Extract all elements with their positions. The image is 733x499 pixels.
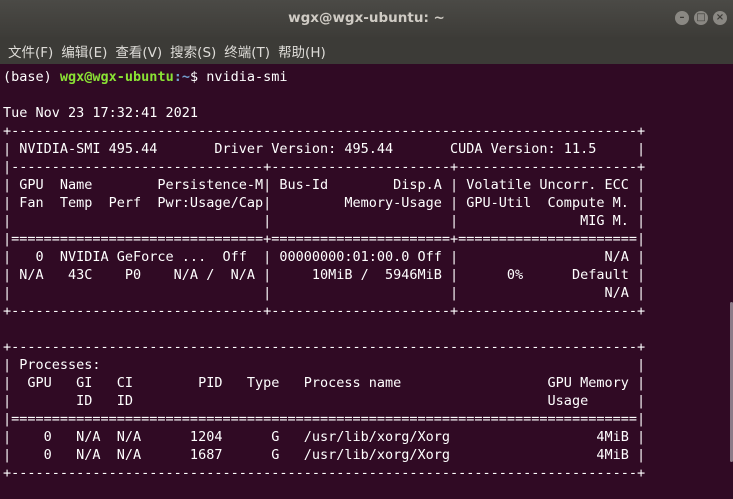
window-controls: – □ × xyxy=(675,11,727,25)
output-line: | Fan Temp Perf Pwr:Usage/Cap| Memory-Us… xyxy=(3,195,646,211)
close-icon[interactable]: × xyxy=(713,11,727,25)
menu-search[interactable]: 搜索(S) xyxy=(162,41,216,61)
output-line: | 0 N/A N/A 1204 G /usr/lib/xorg/Xorg 4M… xyxy=(3,429,646,445)
output-line: | 0 N/A N/A 1687 G /usr/lib/xorg/Xorg 4M… xyxy=(3,447,646,463)
menu-edit[interactable]: 编辑(E) xyxy=(53,41,107,61)
output-line: | | | MIG M. | xyxy=(3,213,646,229)
window-title: wgx@wgx-ubuntu: ~ xyxy=(288,10,445,26)
output-line: | GPU GI CI PID Type Process name GPU Me… xyxy=(3,375,646,391)
output-line: |-------------------------------+-------… xyxy=(3,159,646,175)
output-line: |=======================================… xyxy=(3,411,646,427)
output-line: | NVIDIA-SMI 495.44 Driver Version: 495.… xyxy=(3,141,646,157)
conda-env: (base) xyxy=(3,69,60,85)
terminal-area[interactable]: (base) wgx@wgx-ubuntu:~$ nvidia-smi Tue … xyxy=(0,64,733,499)
maximize-icon[interactable]: □ xyxy=(694,11,708,25)
title-bar[interactable]: wgx@wgx-ubuntu: ~ – □ × xyxy=(0,0,733,37)
output-line: +---------------------------------------… xyxy=(3,123,646,139)
output-line: | ID ID Usage | xyxy=(3,393,646,409)
output-line: | 0 NVIDIA GeForce ... Off | 00000000:01… xyxy=(3,249,646,265)
output-line: +---------------------------------------… xyxy=(3,465,646,481)
terminal-window: wgx@wgx-ubuntu: ~ – □ × 文件(F) 编辑(E) 查看(V… xyxy=(0,0,733,499)
menu-bar: 文件(F) 编辑(E) 查看(V) 搜索(S) 终端(T) 帮助(H) xyxy=(0,37,733,64)
terminal-output: (base) wgx@wgx-ubuntu:~$ nvidia-smi Tue … xyxy=(0,64,733,499)
menu-help[interactable]: 帮助(H) xyxy=(270,41,326,61)
nvidia-smi-output: Tue Nov 23 17:32:41 2021 +--------------… xyxy=(3,105,645,481)
command-text: nvidia-smi xyxy=(206,69,288,85)
output-line: +---------------------------------------… xyxy=(3,339,646,355)
menu-terminal[interactable]: 终端(T) xyxy=(216,41,270,61)
output-line: | | | N/A | xyxy=(3,285,646,301)
prompt-line-1: (base) wgx@wgx-ubuntu:~$ nvidia-smi xyxy=(3,69,288,85)
output-line: +-------------------------------+-------… xyxy=(3,303,646,319)
output-line: | GPU Name Persistence-M| Bus-Id Disp.A … xyxy=(3,177,646,193)
output-line: | Processes: | xyxy=(3,357,646,373)
output-line: | N/A 43C P0 N/A / N/A | 10MiB / 5946MiB… xyxy=(3,267,646,283)
output-line: Tue Nov 23 17:32:41 2021 xyxy=(3,105,199,121)
minimize-icon[interactable]: – xyxy=(675,11,689,25)
prompt-user-host: wgx@wgx-ubuntu xyxy=(59,69,174,85)
output-line: |===============================+=======… xyxy=(3,231,646,247)
menu-view[interactable]: 查看(V) xyxy=(107,41,162,61)
menu-file[interactable]: 文件(F) xyxy=(0,41,53,61)
prompt-symbol: $ xyxy=(189,69,207,85)
prompt-path: :~ xyxy=(173,69,190,85)
